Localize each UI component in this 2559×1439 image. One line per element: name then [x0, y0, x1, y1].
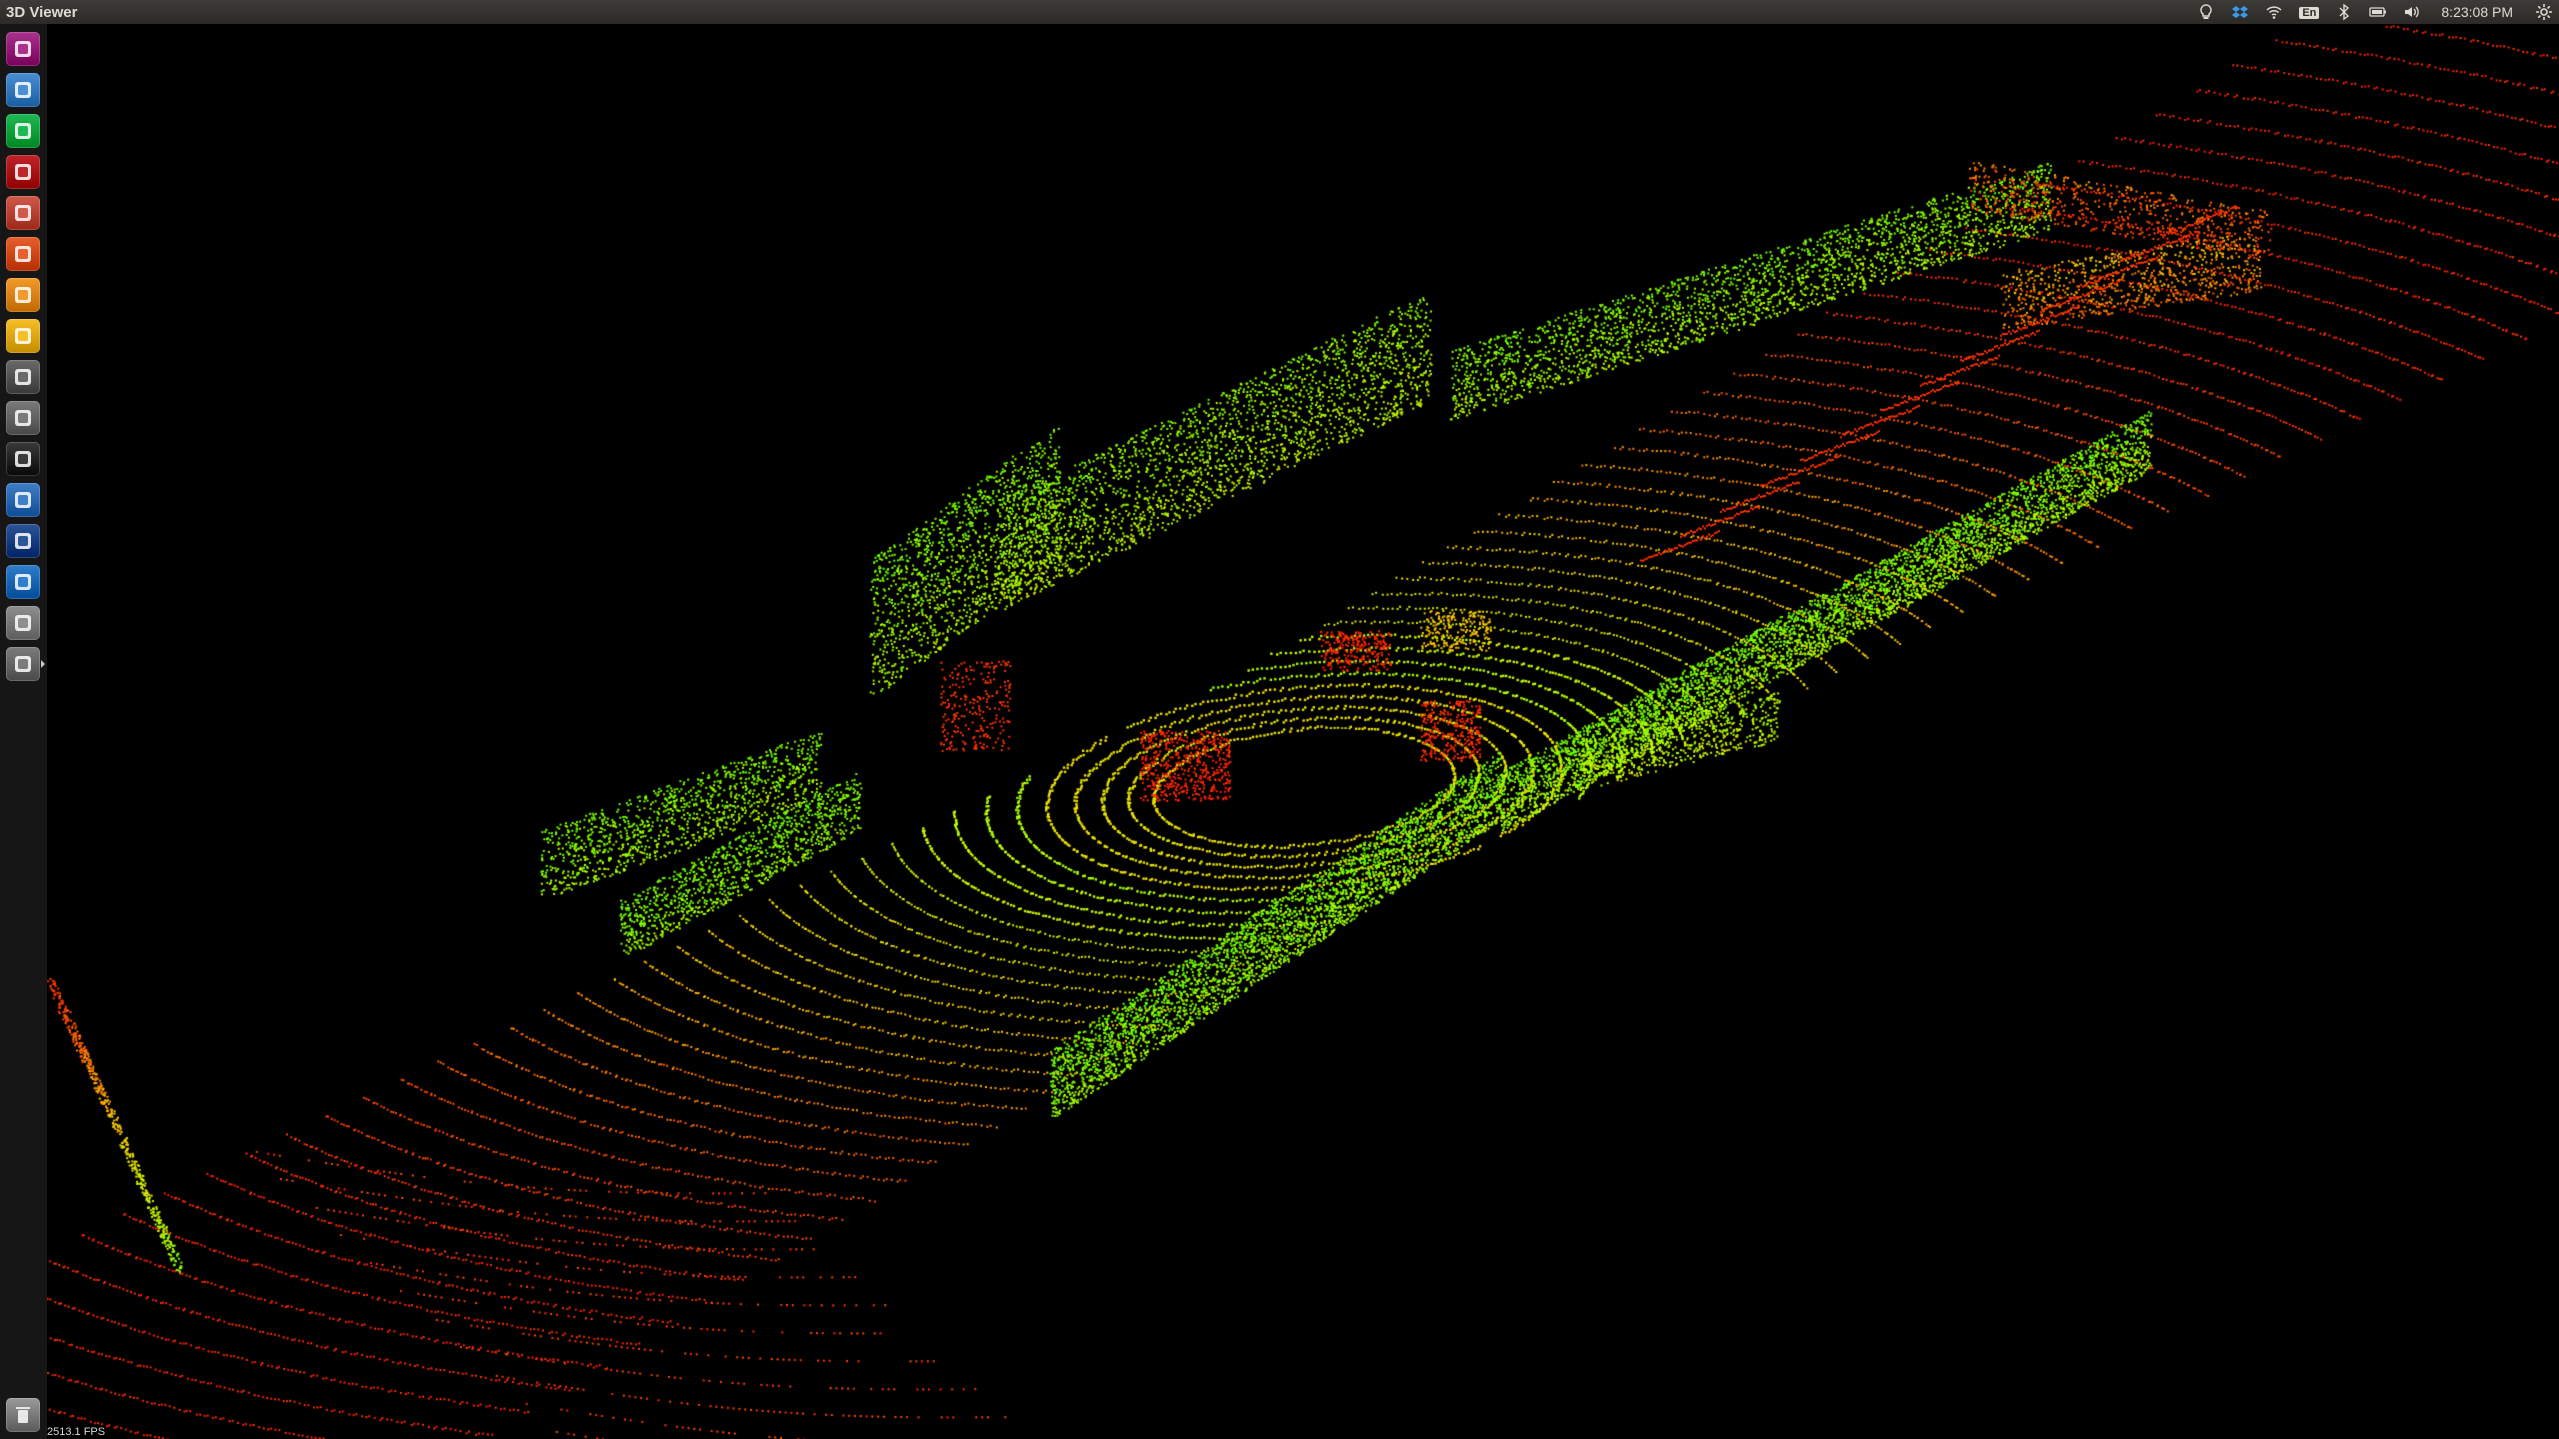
files-icon[interactable] [6, 196, 40, 230]
remote-desktop-icon[interactable] [6, 155, 40, 189]
text-editor-icon[interactable] [6, 606, 40, 640]
sublime-text-icon[interactable] [6, 278, 40, 312]
unknown-app-icon[interactable] [6, 647, 40, 681]
active-app-indicator [41, 660, 45, 668]
dropbox-icon[interactable] [2231, 3, 2249, 21]
matlab-icon[interactable] [6, 524, 40, 558]
battery-icon[interactable] [2369, 3, 2387, 21]
fps-counter: 2513.1 FPS [47, 1426, 106, 1438]
trash-icon[interactable] [6, 1398, 40, 1432]
vscode-icon[interactable] [6, 565, 40, 599]
document-viewer-icon[interactable] [6, 483, 40, 517]
window-title: 3D Viewer [6, 3, 78, 21]
wifi-icon[interactable] [2265, 3, 2283, 21]
spotify-icon[interactable] [6, 114, 40, 148]
system-tray: En 8:23:08 PM [2197, 0, 2553, 24]
bluetooth-icon[interactable] [2335, 3, 2353, 21]
top-panel: 3D Viewer En 8:23:08 PM [0, 0, 2559, 24]
keyboard-layout-label: En [2299, 7, 2320, 19]
launcher [0, 24, 47, 1439]
terminal-icon[interactable] [6, 442, 40, 476]
chrome-icon[interactable] [6, 73, 40, 107]
clock[interactable]: 8:23:08 PM [2441, 4, 2513, 20]
lightbulb-icon[interactable] [2197, 3, 2215, 21]
point-cloud-viewport[interactable] [47, 24, 2559, 1439]
settings-gear-icon[interactable] [2535, 3, 2553, 21]
software-center-icon[interactable] [6, 237, 40, 271]
point-cloud-canvas[interactable] [47, 24, 2559, 1439]
keep-notes-icon[interactable] [6, 319, 40, 353]
volume-icon[interactable] [2403, 3, 2421, 21]
disk-icon[interactable] [6, 401, 40, 435]
keyboard-layout-icon[interactable]: En [2299, 3, 2320, 21]
camera-icon[interactable] [6, 360, 40, 394]
ubuntu-dash-icon[interactable] [6, 32, 40, 66]
